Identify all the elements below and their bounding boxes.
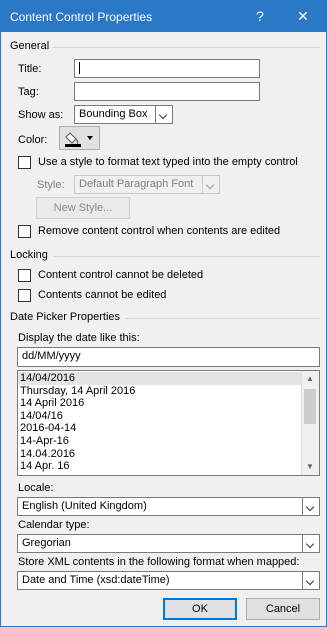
store-xml-value: Date and Time (xsd:dateTime) [22,574,170,586]
date-format-option[interactable]: 14 April 2016 [18,397,319,410]
cannot-edit-label: Contents cannot be edited [38,289,167,301]
ok-button[interactable]: OK [163,598,237,620]
locale-value: English (United Kingdom) [22,500,147,512]
general-divider [52,47,320,48]
date-format-option[interactable]: 2016-04-14 [18,422,319,435]
show-as-label: Show as: [18,109,64,121]
cancel-label: Cancel [265,603,301,615]
date-format-input[interactable]: dd/MM/yyyy [17,347,320,367]
date-format-option[interactable]: Thursday, 14 April 2016 [18,385,319,398]
locking-heading: Locking [10,249,48,261]
date-format-items: 14/04/2016 Thursday, 14 April 2016 14 Apri… [18,371,319,473]
show-as-value: Bounding Box [79,108,148,120]
cannot-delete-label: Content control cannot be deleted [38,269,204,281]
remove-when-edited-checkbox[interactable] [18,225,31,238]
tag-input[interactable] [74,82,260,101]
title-label: Title: [18,63,42,75]
cancel-button[interactable]: Cancel [246,598,320,620]
content-control-properties-dialog: Content Control Properties ? ✕ General T… [0,0,327,627]
style-value: Default Paragraph Font [79,178,194,190]
date-picker-heading: Date Picker Properties [10,311,121,323]
general-heading: General [10,40,50,52]
title-bar: Content Control Properties ? ✕ [1,1,326,32]
chevron-down-icon [302,498,319,515]
date-format-scrollbar[interactable]: ▲ ▼ [301,371,319,475]
date-format-value: dd/MM/yyyy [22,350,81,362]
new-style-label: New Style... [53,202,113,214]
new-style-button[interactable]: New Style... [36,197,130,219]
calendar-type-dropdown[interactable]: Gregorian [17,534,320,553]
chevron-down-icon [202,176,219,193]
scroll-thumb[interactable] [304,389,316,424]
date-format-option[interactable]: 14-Apr-16 [18,435,319,448]
use-style-checkbox[interactable] [18,156,31,169]
color-label: Color: [18,134,48,146]
window-title: Content Control Properties [10,10,153,24]
locale-label: Locale: [18,482,54,494]
close-icon[interactable]: ✕ [290,5,316,27]
date-picker-divider [125,318,320,319]
ok-label: OK [192,603,208,615]
calendar-type-label: Calendar type: [18,519,90,531]
style-label: Style: [37,179,65,191]
show-as-dropdown[interactable]: Bounding Box [74,105,173,124]
title-input[interactable] [74,59,260,78]
color-picker-button[interactable] [59,126,100,150]
locking-divider [53,256,320,257]
locale-dropdown[interactable]: English (United Kingdom) [17,497,320,516]
cannot-edit-checkbox[interactable] [18,289,31,302]
store-xml-dropdown[interactable]: Date and Time (xsd:dateTime) [17,571,320,590]
chevron-down-icon [302,535,319,552]
date-format-option[interactable]: 14/04/16 [18,410,319,423]
chevron-down-icon [155,106,172,123]
scroll-down-icon[interactable]: ▼ [305,462,315,472]
help-icon[interactable]: ? [247,5,273,27]
tag-label: Tag: [18,86,39,98]
text-cursor [79,62,80,75]
date-format-option[interactable]: 14/04/2016 [18,372,319,385]
date-format-list[interactable]: 14/04/2016 Thursday, 14 April 2016 14 Apri… [17,370,320,476]
paint-bucket-icon [65,132,93,147]
cannot-delete-checkbox[interactable] [18,269,31,282]
scroll-up-icon[interactable]: ▲ [305,374,315,384]
display-date-label: Display the date like this: [18,332,140,344]
date-format-option[interactable]: 14 Apr. 16 [18,460,319,473]
calendar-type-value: Gregorian [22,537,71,549]
style-dropdown[interactable]: Default Paragraph Font [74,175,220,194]
remove-when-edited-label: Remove content control when contents are… [38,225,281,237]
chevron-down-icon [302,572,319,589]
use-style-label: Use a style to format text typed into th… [38,156,298,168]
date-format-option[interactable]: 14.04.2016 [18,448,319,461]
store-xml-label: Store XML contents in the following form… [18,556,300,568]
